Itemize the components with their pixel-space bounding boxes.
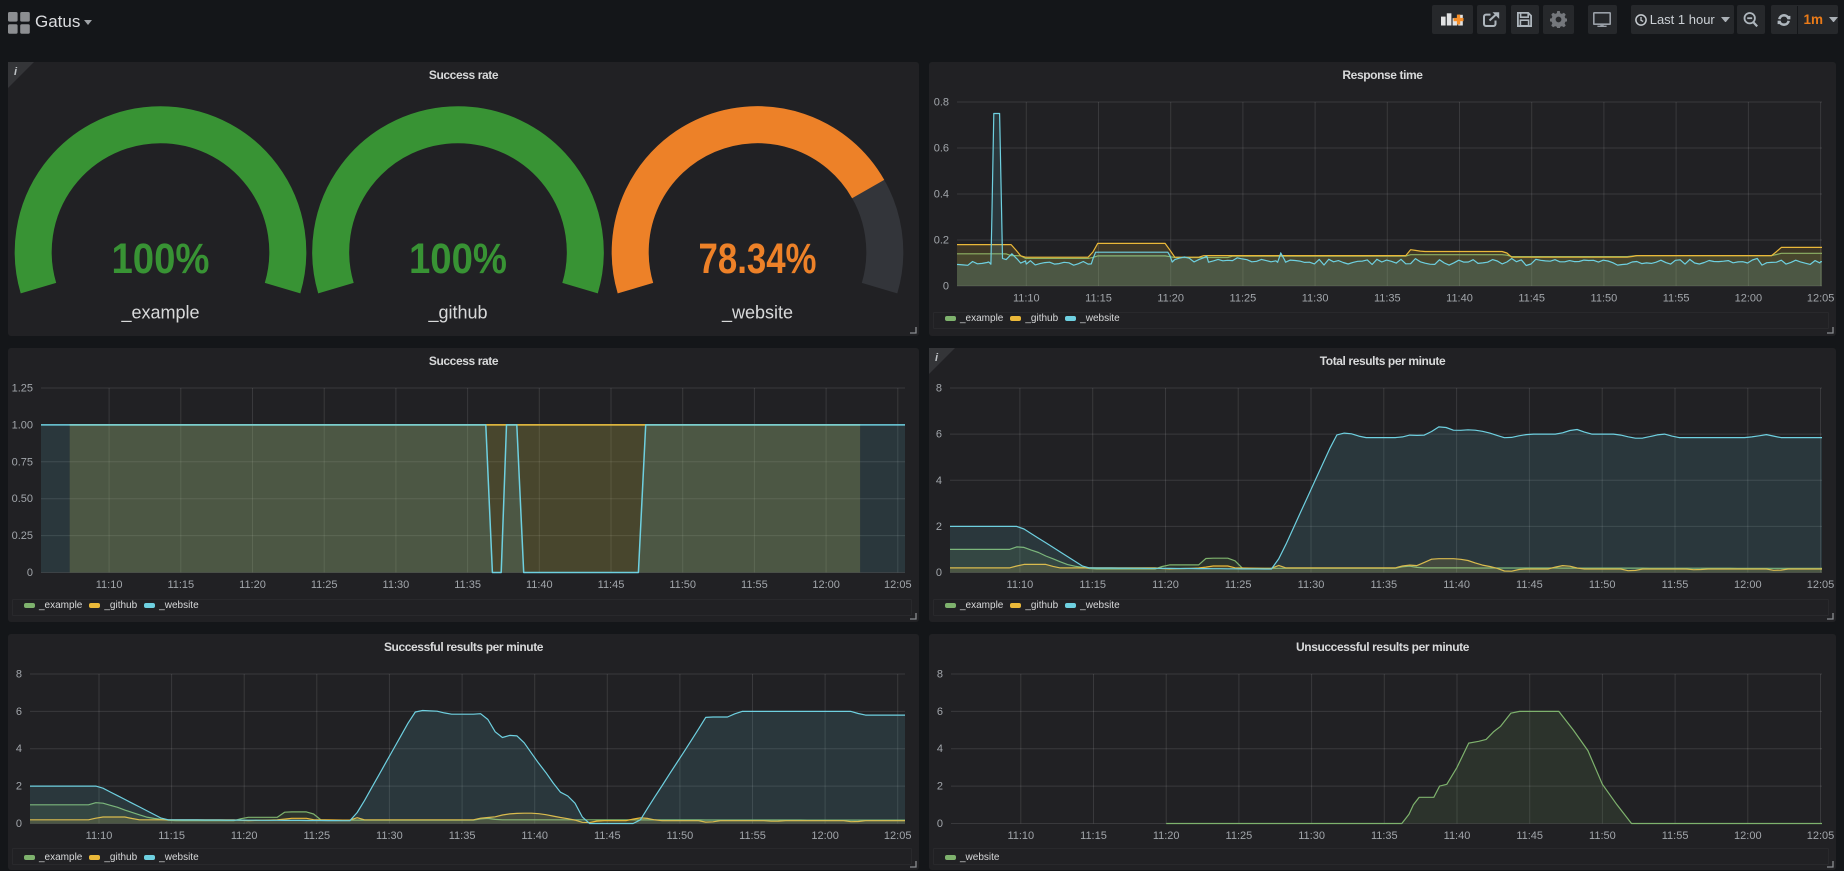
svg-text:11:55: 11:55 [1663,293,1690,305]
svg-text:1.25: 1.25 [12,383,33,395]
svg-text:11:15: 11:15 [167,579,194,591]
svg-text:11:20: 11:20 [1153,830,1180,842]
svg-text:11:50: 11:50 [669,579,696,591]
svg-text:0: 0 [943,281,949,293]
svg-text:0.25: 0.25 [12,530,33,542]
svg-text:78.34%: 78.34% [699,235,817,283]
svg-text:12:00: 12:00 [1734,830,1762,842]
svg-text:11:25: 11:25 [1230,293,1257,305]
svg-text:11:30: 11:30 [1298,830,1325,842]
svg-text:11:10: 11:10 [1007,579,1034,591]
svg-text:11:55: 11:55 [741,579,768,591]
svg-text:11:40: 11:40 [1444,830,1471,842]
svg-text:11:40: 11:40 [521,830,548,842]
svg-text:11:35: 11:35 [449,830,476,842]
svg-text:11:45: 11:45 [1516,830,1543,842]
svg-text:8: 8 [937,669,943,681]
svg-text:12:05: 12:05 [884,830,912,842]
svg-text:11:35: 11:35 [1371,830,1398,842]
svg-text:12:00: 12:00 [811,830,839,842]
svg-text:11:50: 11:50 [1589,830,1616,842]
svg-text:11:25: 11:25 [1225,579,1252,591]
svg-text:12:00: 12:00 [812,579,840,591]
svg-text:11:40: 11:40 [526,579,553,591]
svg-text:0.2: 0.2 [934,235,949,247]
svg-text:11:50: 11:50 [1591,293,1618,305]
svg-text:11:20: 11:20 [1157,293,1184,305]
svg-text:12:05: 12:05 [1807,579,1835,591]
svg-text:11:25: 11:25 [303,830,330,842]
svg-text:11:20: 11:20 [1152,579,1179,591]
svg-text:11:45: 11:45 [1518,293,1545,305]
svg-text:_github: _github [427,303,487,324]
svg-text:0.50: 0.50 [12,493,33,505]
svg-text:_website: _website [721,303,793,324]
svg-text:11:30: 11:30 [1302,293,1329,305]
svg-text:11:55: 11:55 [1662,830,1689,842]
svg-text:0.75: 0.75 [12,456,33,468]
svg-text:11:50: 11:50 [1589,579,1616,591]
svg-text:0.8: 0.8 [934,97,949,109]
svg-text:0.6: 0.6 [934,143,949,155]
svg-text:11:50: 11:50 [667,830,694,842]
svg-text:11:15: 11:15 [1085,293,1112,305]
svg-text:0: 0 [936,567,942,579]
svg-text:11:10: 11:10 [1013,293,1040,305]
svg-text:100%: 100% [409,235,507,283]
svg-text:11:15: 11:15 [1079,579,1106,591]
svg-text:2: 2 [16,781,22,793]
svg-text:11:10: 11:10 [1007,830,1034,842]
svg-text:11:35: 11:35 [1374,293,1401,305]
svg-text:4: 4 [937,743,943,755]
svg-text:_example: _example [120,303,199,324]
svg-text:11:25: 11:25 [1226,830,1253,842]
svg-text:0: 0 [937,818,943,830]
svg-text:11:55: 11:55 [1662,579,1689,591]
svg-text:11:15: 11:15 [158,830,185,842]
svg-text:12:05: 12:05 [884,579,912,591]
svg-text:0: 0 [16,818,22,830]
svg-text:11:10: 11:10 [96,579,123,591]
svg-text:6: 6 [937,706,943,718]
svg-text:4: 4 [16,743,22,755]
svg-text:6: 6 [16,706,22,718]
svg-text:11:45: 11:45 [1516,579,1543,591]
svg-text:11:45: 11:45 [598,579,625,591]
svg-text:11:15: 11:15 [1080,830,1107,842]
svg-text:11:40: 11:40 [1443,579,1470,591]
svg-text:11:10: 11:10 [86,830,113,842]
svg-text:12:00: 12:00 [1734,579,1762,591]
svg-text:11:55: 11:55 [739,830,766,842]
svg-text:100%: 100% [112,235,210,283]
svg-text:8: 8 [936,383,942,395]
svg-text:6: 6 [936,429,942,441]
svg-text:11:30: 11:30 [376,830,403,842]
svg-text:0.4: 0.4 [934,189,949,201]
svg-text:12:00: 12:00 [1735,293,1763,305]
svg-text:1.00: 1.00 [12,419,33,431]
svg-text:8: 8 [16,669,22,681]
svg-text:2: 2 [937,781,943,793]
svg-text:0: 0 [27,567,33,579]
svg-text:12:05: 12:05 [1807,293,1835,305]
svg-text:11:20: 11:20 [231,830,258,842]
svg-text:11:25: 11:25 [311,579,338,591]
svg-text:11:35: 11:35 [1370,579,1397,591]
svg-text:11:20: 11:20 [239,579,266,591]
svg-text:4: 4 [936,475,942,487]
svg-text:11:40: 11:40 [1446,293,1473,305]
svg-text:11:35: 11:35 [454,579,481,591]
svg-text:11:45: 11:45 [594,830,621,842]
svg-text:11:30: 11:30 [383,579,410,591]
svg-text:2: 2 [936,521,942,533]
svg-text:12:05: 12:05 [1807,830,1835,842]
svg-text:11:30: 11:30 [1298,579,1325,591]
